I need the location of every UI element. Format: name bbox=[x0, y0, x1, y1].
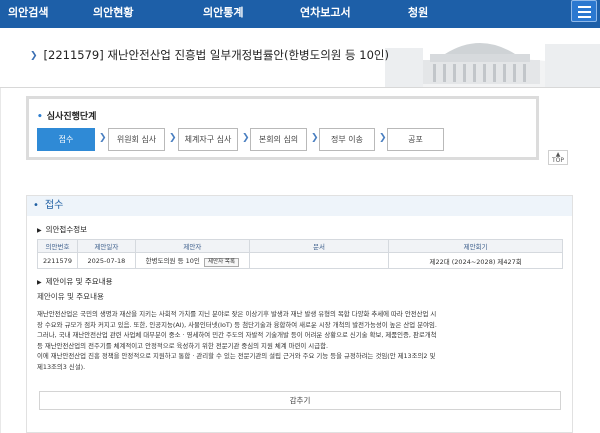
chevron-right-icon: ❯ bbox=[379, 133, 387, 143]
bill-title: ❯ [2211579] 재난안전산업 진흥법 일부개정법률안(한병도의원 등 10… bbox=[30, 47, 389, 63]
steps-heading-text: 심사진행단계 bbox=[46, 112, 97, 122]
nav-bill-search[interactable]: 의안검색 bbox=[8, 0, 48, 28]
header-session: 제안회기 bbox=[388, 239, 563, 253]
reason-subtitle-text: 제안이유 및 주요내용 bbox=[45, 277, 113, 286]
top-navigation: 의안검색 의안현황 의안통계 연차보고서 청원 bbox=[0, 0, 600, 28]
bullet-icon: • bbox=[33, 200, 39, 211]
info-subtitle-text: 의안접수정보 bbox=[45, 225, 88, 234]
table-header-row: 의안번호 제안일자 제안자 문서 제안회기 bbox=[37, 239, 563, 253]
bill-info-table: 의안번호 제안일자 제안자 문서 제안회기 2211579 2025-07-18… bbox=[37, 239, 563, 269]
review-steps-panel: • 심사진행단계 접수 ❯ 위원회 심사 ❯ 체계자구 심사 ❯ 본회의 심의 ❯… bbox=[26, 96, 539, 160]
received-heading[interactable]: • 접수 bbox=[27, 196, 572, 216]
steps-heading: • 심사진행단계 bbox=[37, 109, 96, 122]
chevron-right-icon: ❯ bbox=[30, 51, 38, 61]
header-document: 문서 bbox=[248, 239, 390, 253]
step-promulgation[interactable]: 공포 bbox=[387, 128, 444, 151]
info-subtitle: ▶ 의안접수정보 bbox=[37, 224, 87, 235]
step-received[interactable]: 접수 bbox=[37, 128, 95, 151]
cell-proposer: 한병도의원 등 10인 제안자 목록 bbox=[134, 252, 250, 269]
scroll-top-label: TOP bbox=[551, 157, 564, 164]
reason-text: 재난안전산업은 국민의 생명과 재산을 지키는 사회적 가치를 지닌 분야로 잦… bbox=[37, 309, 561, 373]
header-date: 제안일자 bbox=[76, 239, 136, 253]
chevron-right-icon: ❯ bbox=[99, 133, 107, 143]
nav-annual-report[interactable]: 연차보고서 bbox=[300, 0, 351, 28]
cell-session: 제22대 (2024~2028) 제427회 bbox=[388, 252, 563, 269]
triangle-right-icon: ▶ bbox=[37, 279, 42, 286]
cell-bill-no: 2211579 bbox=[37, 252, 78, 269]
reason-line: 이에 재난안전산업 진흥 정책을 안정적으로 지원하고 통합 · 관리할 수 있… bbox=[37, 352, 436, 361]
table-row: 2211579 2025-07-18 한병도의원 등 10인 제안자 목록 제2… bbox=[37, 252, 563, 269]
reason-line: 그러나, 국내 재난안전산업 관련 사업체 대부분이 중소 · 영세하여 민간 … bbox=[37, 331, 437, 340]
divider bbox=[0, 88, 1, 433]
received-heading-text: 접수 bbox=[44, 200, 64, 211]
proposer-text: 한병도의원 등 10인 bbox=[145, 256, 200, 265]
header-proposer: 제안자 bbox=[134, 239, 250, 253]
scroll-top-button[interactable]: ▲ TOP bbox=[548, 150, 568, 165]
collapse-button[interactable]: 감추기 bbox=[39, 391, 561, 410]
cell-date: 2025-07-18 bbox=[76, 252, 136, 269]
step-plenary[interactable]: 본회의 심의 bbox=[250, 128, 307, 151]
hamburger-icon[interactable] bbox=[571, 0, 597, 22]
nav-petition[interactable]: 청원 bbox=[408, 0, 428, 28]
triangle-right-icon: ▶ bbox=[37, 227, 42, 234]
cell-document bbox=[248, 252, 390, 269]
divider bbox=[0, 87, 600, 88]
reason-line: 장 수요와 규모가 점차 커지고 있음. 또한, 인공지능(AI), 사물인터넷… bbox=[37, 320, 437, 329]
chevron-right-icon: ❯ bbox=[169, 133, 177, 143]
reason-line: 등 재난안전산업의 전주기를 체계적이고 안정적으로 육성하기 위한 전문기관 … bbox=[37, 341, 328, 350]
nav-bill-status[interactable]: 의안현황 bbox=[93, 0, 133, 28]
chevron-right-icon: ❯ bbox=[311, 133, 319, 143]
step-gov-transfer[interactable]: 정부 이송 bbox=[319, 128, 375, 151]
reason-line: 제13조의3 신설). bbox=[37, 362, 86, 371]
header-bill-no: 의안번호 bbox=[37, 239, 78, 253]
reason-line: 재난안전산업은 국민의 생명과 재산을 지키는 사회적 가치를 지닌 분야로 잦… bbox=[37, 310, 437, 318]
reason-subtitle: ▶ 제안이유 및 주요내용 bbox=[37, 276, 113, 287]
proposer-list-button[interactable]: 제안자 목록 bbox=[203, 257, 240, 267]
step-legal-review[interactable]: 체계자구 심사 bbox=[178, 128, 238, 151]
nav-bill-statistics[interactable]: 의안통계 bbox=[203, 0, 243, 28]
bullet-icon: • bbox=[37, 112, 43, 122]
chevron-right-icon: ❯ bbox=[242, 133, 250, 143]
step-committee-review[interactable]: 위원회 심사 bbox=[108, 128, 165, 151]
bill-title-text: [2211579] 재난안전산업 진흥법 일부개정법률안(한병도의원 등 10인… bbox=[43, 48, 389, 62]
reason-label: 제안이유 및 주요내용 bbox=[37, 292, 104, 301]
received-section: • 접수 ▶ 의안접수정보 의안번호 제안일자 제안자 문서 제안회기 221157… bbox=[26, 195, 573, 433]
national-assembly-building-image bbox=[385, 43, 600, 88]
